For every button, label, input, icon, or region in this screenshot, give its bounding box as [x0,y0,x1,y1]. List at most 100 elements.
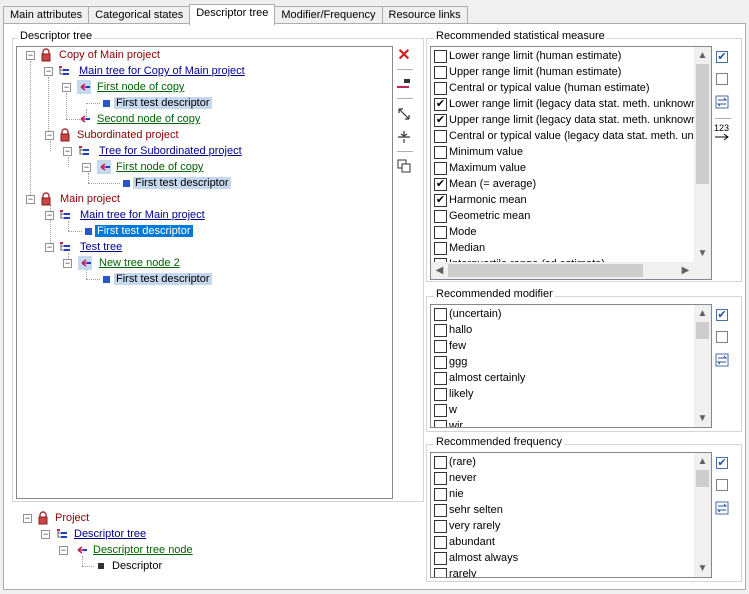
tree-node-descriptor[interactable]: First test descriptor [114,95,212,111]
scroll-thumb[interactable] [448,264,643,277]
check-all-button[interactable]: ✔ [716,457,728,469]
collapse-toggle[interactable]: − [26,195,35,204]
vertical-scrollbar[interactable]: ▲ ▼ [694,47,711,262]
checklist-item[interactable]: Maximum value [431,160,695,176]
tree-node-node[interactable]: First node of copy [114,159,205,175]
check-all-button[interactable]: ✔ [716,309,728,321]
swap-icon[interactable] [714,94,730,110]
checklist-item[interactable]: Mode [431,224,695,240]
collapse-toggle[interactable]: − [63,259,72,268]
item-checkbox[interactable] [434,356,447,369]
item-checkbox[interactable] [434,536,447,549]
checklist-item[interactable]: nie [431,486,695,502]
item-checkbox[interactable] [434,488,447,501]
item-checkbox[interactable] [434,226,447,239]
tree-node-descriptor-tree[interactable]: Tree for Subordinated project [97,143,244,159]
item-checkbox[interactable] [434,568,447,577]
checklist-item[interactable]: sehr selten [431,502,695,518]
collapse-toggle[interactable]: − [62,83,71,92]
item-checkbox[interactable] [434,146,447,159]
checklist-item[interactable]: ✔ Harmonic mean [431,192,695,208]
copy-icon[interactable] [396,158,412,174]
scroll-thumb[interactable] [696,470,709,487]
item-checkbox[interactable] [434,388,447,401]
item-checkbox[interactable] [434,50,447,63]
item-checkbox[interactable]: ✔ [434,114,447,127]
item-checkbox[interactable] [434,82,447,95]
statistical-measure-list[interactable]: Lower range limit (human estimate) Upper … [430,46,712,280]
tree-node-project[interactable]: Subordinated project [75,127,181,143]
item-checkbox[interactable] [434,162,447,175]
scroll-thumb[interactable] [696,322,709,339]
scroll-down-icon[interactable]: ▼ [694,410,711,427]
item-checkbox[interactable] [434,210,447,223]
expand-all-icon[interactable] [396,106,412,122]
item-checkbox[interactable]: ✔ [434,98,447,111]
tree-node-descriptor[interactable]: First test descriptor [114,271,212,287]
delete-icon[interactable]: ✕ [396,48,412,65]
sort-numeric-button[interactable]: 123 [714,124,730,143]
item-checkbox[interactable] [434,372,447,385]
item-checkbox[interactable] [434,324,447,337]
item-checkbox[interactable] [434,404,447,417]
item-checkbox[interactable] [434,308,447,321]
frequency-list[interactable]: (rare) never nie sehr selten very rarely abun… [430,452,712,578]
checklist-item[interactable]: never [431,470,695,486]
tree-node-node[interactable]: First node of copy [95,79,186,95]
checklist-item[interactable]: Upper range limit (human estimate) [431,64,695,80]
item-checkbox[interactable]: ✔ [434,194,447,207]
tree-node-descriptor[interactable]: First test descriptor [95,223,193,239]
checklist-item[interactable]: Central or typical value (legacy data st… [431,128,695,144]
item-checkbox[interactable] [434,242,447,255]
collapse-toggle[interactable]: − [45,211,54,220]
checklist-item[interactable]: almost always [431,550,695,566]
tree-node-project[interactable]: Copy of Main project [57,47,162,63]
insert-node-icon[interactable] [396,76,412,92]
tree-node-descriptor-tree[interactable]: Main tree for Main project [78,207,207,223]
tree-node-node[interactable]: New tree node 2 [97,255,182,271]
scroll-thumb[interactable] [696,64,709,184]
horizontal-scrollbar[interactable]: ◀ ▶ [431,262,694,279]
item-checkbox[interactable] [434,130,447,143]
scroll-down-icon[interactable]: ▼ [694,245,711,262]
checklist-item[interactable]: (rare) [431,454,695,470]
item-checkbox[interactable] [434,504,447,517]
tree-node-descriptor-tree[interactable]: Test tree [78,239,124,255]
item-checkbox[interactable] [434,420,447,427]
checklist-item[interactable]: very rarely [431,518,695,534]
checklist-item[interactable]: Lower range limit (human estimate) [431,48,695,64]
scroll-down-icon[interactable]: ▼ [694,560,711,577]
checklist-item[interactable]: (uncertain) [431,306,695,322]
checklist-item[interactable]: rarely [431,566,695,577]
checklist-item[interactable]: almost certainly [431,370,695,386]
scroll-up-icon[interactable]: ▲ [694,453,711,470]
collapse-all-icon[interactable] [396,129,412,145]
uncheck-all-button[interactable] [716,479,728,491]
scroll-up-icon[interactable]: ▲ [694,47,711,64]
checklist-item[interactable]: ✔ Upper range limit (legacy data stat. me… [431,112,695,128]
checklist-item[interactable]: ggg [431,354,695,370]
swap-icon[interactable] [714,352,730,368]
tree-node-node[interactable]: Second node of copy [95,111,202,127]
item-checkbox[interactable] [434,552,447,565]
collapse-toggle[interactable]: − [26,51,35,60]
collapse-toggle[interactable]: − [45,131,54,140]
item-checkbox[interactable] [434,340,447,353]
tree-node-descriptor[interactable]: First test descriptor [133,175,231,191]
tree-node-descriptor-tree[interactable]: Main tree for Copy of Main project [77,63,247,79]
checklist-item[interactable]: Minimum value [431,144,695,160]
vertical-scrollbar[interactable]: ▲ ▼ [694,305,711,427]
checklist-item[interactable]: wir [431,418,695,427]
item-checkbox[interactable]: ✔ [434,178,447,191]
checklist-item[interactable]: w [431,402,695,418]
check-all-button[interactable]: ✔ [716,51,728,63]
checklist-item[interactable]: ✔ Mean (= average) [431,176,695,192]
checklist-item[interactable]: few [431,338,695,354]
item-checkbox[interactable] [434,472,447,485]
swap-icon[interactable] [714,500,730,516]
checklist-item[interactable]: Central or typical value (human estimate… [431,80,695,96]
checklist-item[interactable]: Median [431,240,695,256]
uncheck-all-button[interactable] [716,73,728,85]
vertical-scrollbar[interactable]: ▲ ▼ [694,453,711,577]
uncheck-all-button[interactable] [716,331,728,343]
